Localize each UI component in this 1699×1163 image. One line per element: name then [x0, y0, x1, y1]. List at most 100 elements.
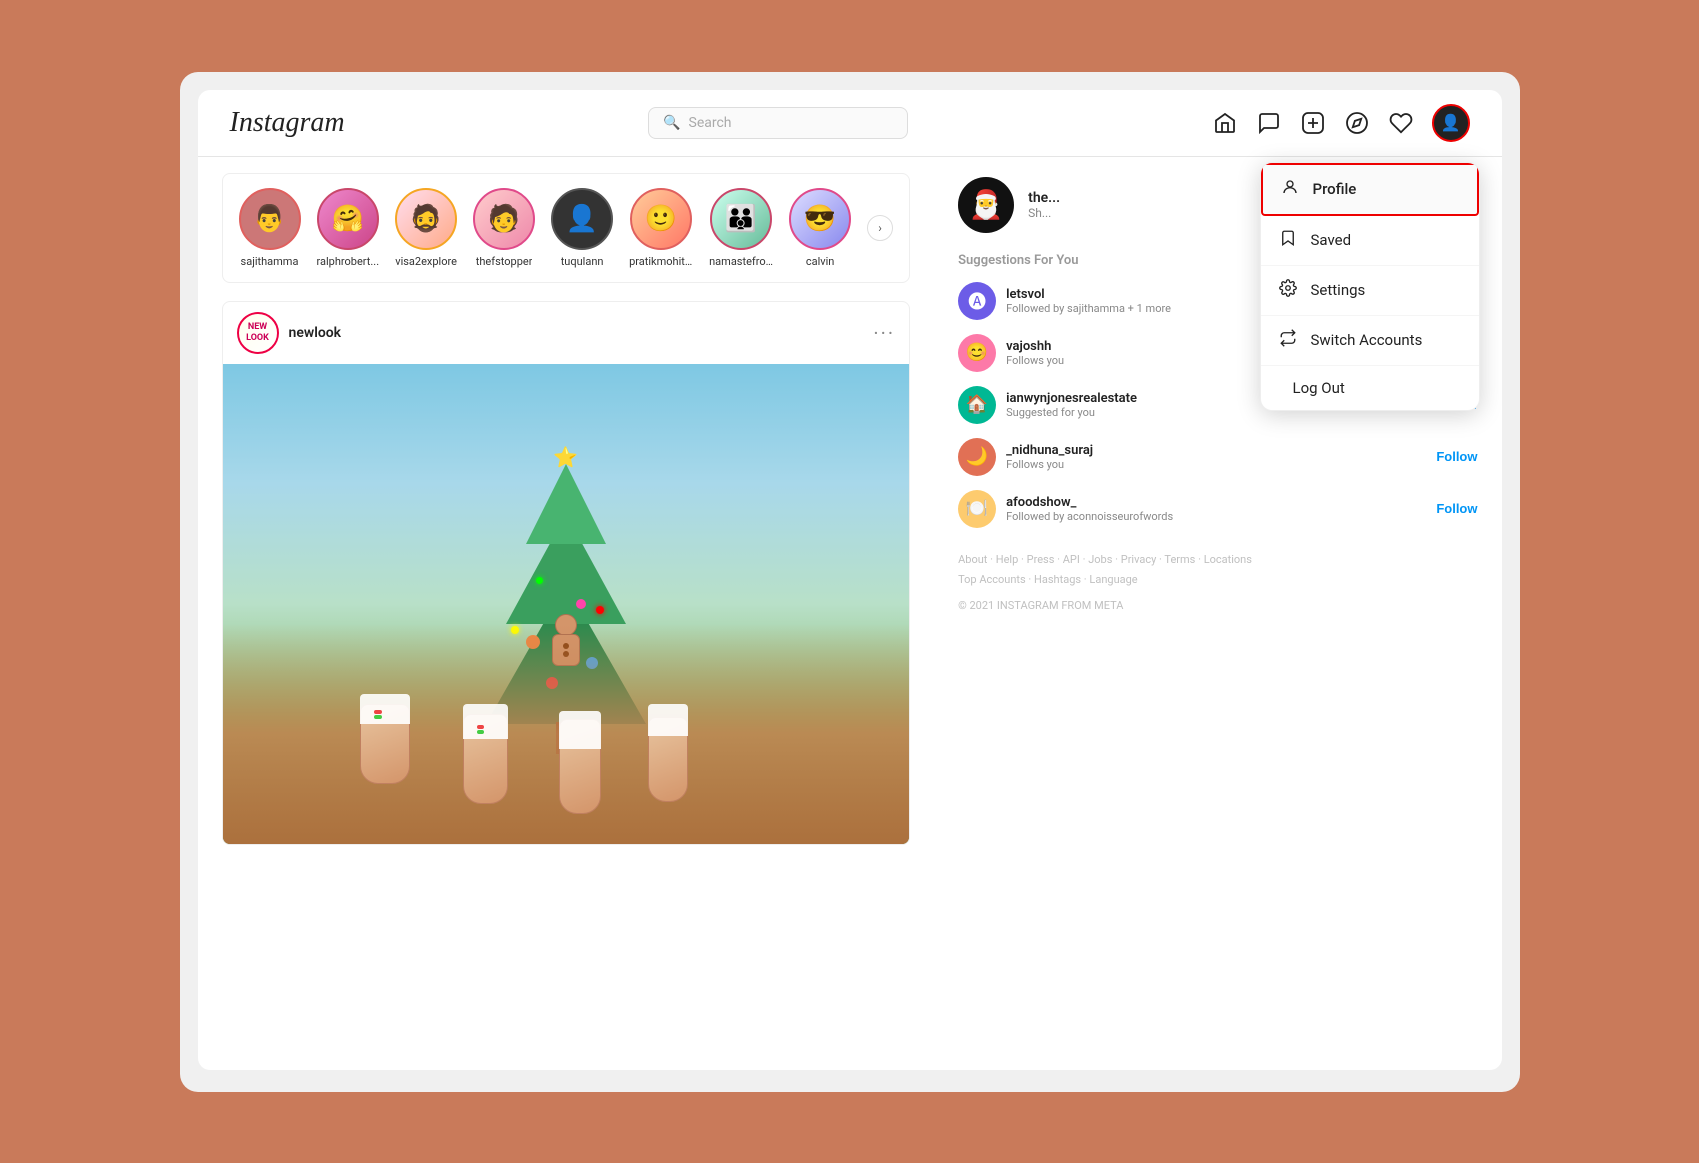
search-icon: 🔍 [663, 115, 680, 131]
story-username: pratikmohit... [629, 255, 693, 268]
footer-link[interactable]: Language [1089, 573, 1137, 586]
suggestion-left: 🍽️ afoodshow_ Followed by aconnoisseurof… [958, 490, 1173, 528]
dropdown-menu: Profile Saved Settings Switch Accounts [1260, 162, 1480, 411]
heart-icon[interactable] [1388, 110, 1414, 136]
profile-menu-label: Profile [1313, 180, 1357, 198]
suggestion-username[interactable]: afoodshow_ [1006, 495, 1173, 510]
story-username: thefstopper [476, 255, 533, 268]
story-item[interactable]: 👪 namastefro... [709, 188, 773, 268]
sidebar-user-info: the... Sh... [1028, 190, 1060, 220]
story-item[interactable]: 🙂 pratikmohit... [629, 188, 693, 268]
outer-frame: Instagram 🔍 Search [180, 72, 1520, 1092]
story-avatar: 👨 [239, 188, 301, 250]
add-icon[interactable] [1300, 110, 1326, 136]
suggestion-username[interactable]: letsvol [1006, 287, 1171, 302]
story-item[interactable]: 😎 calvin [789, 188, 851, 268]
footer-link[interactable]: About [958, 553, 987, 566]
inner-white: Instagram 🔍 Search [198, 90, 1502, 1070]
story-item[interactable]: 👨 sajithamma [239, 188, 301, 268]
dropdown-logout[interactable]: Log Out [1261, 366, 1479, 410]
suggestion-avatar[interactable]: 🏠 [958, 386, 996, 424]
story-item[interactable]: 🧑 thefstopper [473, 188, 535, 268]
story-avatar: 👪 [710, 188, 772, 250]
footer-link[interactable]: Jobs [1088, 553, 1112, 566]
follow-afoodshow-button[interactable]: Follow [1436, 501, 1477, 516]
footer-link[interactable]: Top Accounts [958, 573, 1026, 586]
dropdown-settings[interactable]: Settings [1261, 266, 1479, 316]
story-avatar: 😎 [789, 188, 851, 250]
suggestion-info: _nidhuna_suraj Follows you [1006, 443, 1093, 471]
post-more-button[interactable]: ··· [873, 321, 895, 345]
story-username: visa2explore [395, 255, 457, 268]
story-item[interactable]: 🤗 ralphrobert... [317, 188, 380, 268]
story-avatar: 🧔 [395, 188, 457, 250]
suggestion-info: ianwynjonesrealestate Suggested for you [1006, 391, 1137, 419]
suggestion-left: 🏠 ianwynjonesrealestate Suggested for yo… [958, 386, 1137, 424]
story-username: calvin [806, 255, 835, 268]
suggestion-username[interactable]: ianwynjonesrealestate [1006, 391, 1137, 406]
post-image: ⭐ [223, 364, 910, 844]
sidebar-avatar[interactable]: 🎅 [958, 177, 1014, 233]
story-username: sajithamma [241, 255, 299, 268]
suggestion-sub: Followed by sajithamma + 1 more [1006, 302, 1171, 315]
suggestion-sub: Suggested for you [1006, 406, 1137, 419]
footer-link[interactable]: API [1063, 553, 1080, 566]
suggestion-left: 😊 vajoshh Follows you [958, 334, 1064, 372]
story-next-button[interactable]: › [867, 215, 893, 241]
logout-menu-label: Log Out [1293, 379, 1345, 397]
switch-menu-icon [1279, 329, 1297, 352]
header: Instagram 🔍 Search [198, 90, 1502, 157]
suggestion-username[interactable]: _nidhuna_suraj [1006, 443, 1093, 458]
footer-link[interactable]: Privacy [1121, 553, 1157, 566]
explore-icon[interactable] [1344, 110, 1370, 136]
switch-menu-label: Switch Accounts [1311, 331, 1423, 349]
footer-links: About · Help · Press · API · Jobs · Priv… [958, 550, 1477, 592]
suggestion-left: 🌙 _nidhuna_suraj Follows you [958, 438, 1093, 476]
search-placeholder: Search [689, 115, 732, 131]
post-username[interactable]: newlook [289, 325, 342, 341]
story-username: tuqulann [561, 255, 604, 268]
suggestion-avatar[interactable]: 🍽️ [958, 490, 996, 528]
search-bar[interactable]: 🔍 Search [648, 107, 908, 139]
feed-area: 👨 sajithamma 🤗 ralphrobert... 🧔 [198, 157, 935, 861]
saved-menu-icon [1279, 229, 1297, 252]
post-avatar[interactable]: NEWLOOK [237, 312, 279, 354]
suggestion-row: 🍽️ afoodshow_ Followed by aconnoisseurof… [958, 490, 1477, 528]
dropdown-saved[interactable]: Saved [1261, 216, 1479, 266]
profile-icon[interactable]: 👤 [1432, 104, 1470, 142]
suggestion-avatar[interactable]: 🅐 [958, 282, 996, 320]
suggestion-avatar[interactable]: 😊 [958, 334, 996, 372]
story-username: namastefro... [709, 255, 773, 268]
footer-link[interactable]: Locations [1204, 553, 1252, 566]
suggestion-info: afoodshow_ Followed by aconnoisseurofwor… [1006, 495, 1173, 523]
suggestion-username[interactable]: vajoshh [1006, 339, 1064, 354]
story-avatar: 👤 [551, 188, 613, 250]
nav-icons: 👤 [1212, 104, 1470, 142]
footer-link[interactable]: Hashtags [1034, 573, 1081, 586]
settings-menu-label: Settings [1311, 281, 1366, 299]
footer-link[interactable]: Help [996, 553, 1019, 566]
messenger-icon[interactable] [1256, 110, 1282, 136]
story-item[interactable]: 🧔 visa2explore [395, 188, 457, 268]
story-item[interactable]: 👤 tuqulann [551, 188, 613, 268]
story-avatar: 🙂 [630, 188, 692, 250]
stories-row: 👨 sajithamma 🤗 ralphrobert... 🧔 [222, 173, 911, 283]
suggestion-left: 🅐 letsvol Followed by sajithamma + 1 mor… [958, 282, 1171, 320]
profile-menu-icon [1281, 178, 1299, 201]
story-avatar: 🧑 [473, 188, 535, 250]
post-header: NEWLOOK newlook ··· [223, 302, 910, 364]
suggestion-avatar[interactable]: 🌙 [958, 438, 996, 476]
dropdown-switch[interactable]: Switch Accounts [1261, 316, 1479, 366]
footer-link[interactable]: Press [1027, 553, 1055, 566]
saved-menu-label: Saved [1311, 231, 1352, 249]
suggestion-sub: Follows you [1006, 354, 1064, 367]
story-username: ralphrobert... [317, 255, 380, 268]
story-avatar: 🤗 [317, 188, 379, 250]
dropdown-profile[interactable]: Profile [1261, 163, 1479, 216]
suggestion-sub: Followed by aconnoisseurofwords [1006, 510, 1173, 523]
follow-nidhuna-button[interactable]: Follow [1436, 449, 1477, 464]
suggestion-row: 🌙 _nidhuna_suraj Follows you Follow [958, 438, 1477, 476]
sidebar-username[interactable]: the... [1028, 190, 1060, 206]
footer-link[interactable]: Terms [1164, 553, 1195, 566]
home-icon[interactable] [1212, 110, 1238, 136]
